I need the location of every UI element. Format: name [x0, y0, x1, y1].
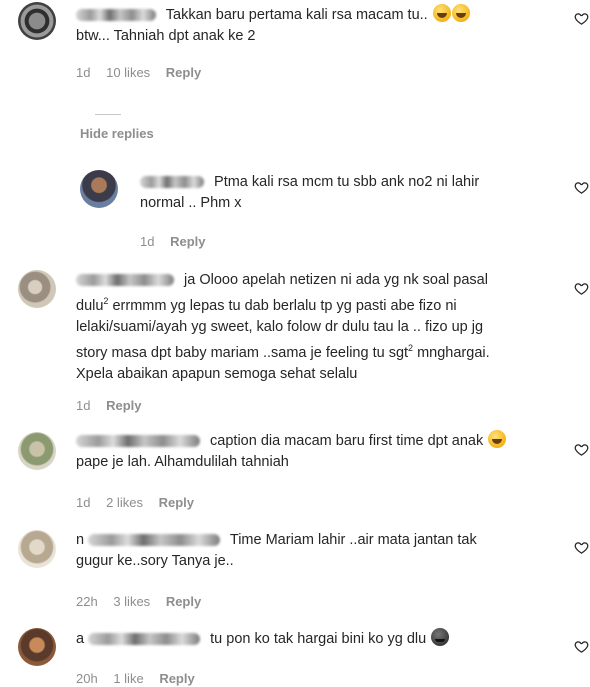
timestamp: 22h [76, 594, 98, 609]
comment-text: a tu pon ko tak hargai bini ko yg dlu [76, 628, 546, 650]
comment-4: caption dia macam baru first time dpt an… [0, 424, 590, 514]
grinning-sweat-emoji-icon [488, 430, 507, 448]
timestamp: 20h [76, 671, 98, 686]
reply-button[interactable]: Reply [159, 671, 194, 686]
comment-meta: 22h 3 likes Reply [76, 594, 213, 609]
heart-icon[interactable] [574, 639, 589, 654]
heart-icon[interactable] [574, 281, 589, 296]
avatar[interactable] [18, 270, 56, 308]
comment-3: ja Olooo apelah netizen ni ada yg nk soa… [0, 262, 590, 422]
heart-icon[interactable] [574, 11, 589, 26]
reply-button[interactable]: Reply [159, 495, 194, 510]
username-blurred[interactable] [76, 9, 156, 22]
laughing-emoji-icon [451, 4, 470, 22]
comment-meta: 1d 2 likes Reply [76, 495, 206, 510]
username-prefix[interactable]: a [76, 631, 84, 647]
username-blurred[interactable] [88, 534, 221, 547]
timestamp: 1d [140, 234, 155, 249]
timestamp: 1d [76, 495, 91, 510]
avatar[interactable] [18, 530, 56, 568]
heart-icon[interactable] [574, 180, 589, 195]
reply-button[interactable]: Reply [170, 234, 205, 249]
like-count[interactable]: 3 likes [113, 594, 150, 609]
comment-meta: 1d Reply [76, 398, 154, 413]
comment-meta: 1d Reply [140, 234, 218, 249]
reply-button[interactable]: Reply [166, 65, 201, 80]
avatar[interactable] [18, 628, 56, 666]
comment-text: n Time Mariam lahir ..air mata jantan ta… [76, 532, 477, 569]
reply-button[interactable]: Reply [166, 594, 201, 609]
reply-comment: Ptma kali rsa mcm tu sbb ank no2 ni lahi… [0, 160, 590, 255]
heart-icon[interactable] [574, 540, 589, 555]
comment-text: Takkan baru pertama kali rsa macam tu.. … [76, 4, 536, 47]
username-prefix[interactable]: n [76, 532, 84, 548]
comment-meta: 1d 10 likes Reply [76, 65, 213, 80]
timestamp: 1d [76, 398, 91, 413]
avatar[interactable] [18, 2, 56, 40]
like-count[interactable]: 10 likes [106, 65, 150, 80]
timestamp: 1d [76, 65, 91, 80]
heart-icon[interactable] [574, 442, 589, 457]
laughing-emoji-icon [432, 4, 451, 22]
comment-5: n Time Mariam lahir ..air mata jantan ta… [0, 524, 590, 616]
comment-text: caption dia macam baru first time dpt an… [76, 430, 546, 473]
username-blurred[interactable] [76, 435, 200, 448]
comment-1: Takkan baru pertama kali rsa macam tu.. … [0, 0, 590, 90]
avatar[interactable] [80, 170, 118, 208]
hide-replies-button[interactable]: Hide replies [80, 126, 154, 141]
username-blurred[interactable] [88, 633, 201, 646]
comment-text: Ptma kali rsa mcm tu sbb ank no2 ni lahi… [140, 174, 480, 211]
replies-divider [95, 114, 121, 115]
reply-button[interactable]: Reply [106, 398, 141, 413]
username-blurred[interactable] [76, 274, 174, 287]
username-blurred[interactable] [140, 176, 204, 189]
like-count[interactable]: 2 likes [106, 495, 143, 510]
avatar[interactable] [18, 432, 56, 470]
comment-6: a tu pon ko tak hargai bini ko yg dlu 20… [0, 620, 590, 687]
like-count[interactable]: 1 like [113, 671, 143, 686]
comment-text: ja Olooo apelah netizen ni ada yg nk soa… [76, 272, 490, 382]
dark-face-emoji-icon [431, 628, 450, 646]
comment-meta: 20h 1 like Reply [76, 671, 207, 686]
